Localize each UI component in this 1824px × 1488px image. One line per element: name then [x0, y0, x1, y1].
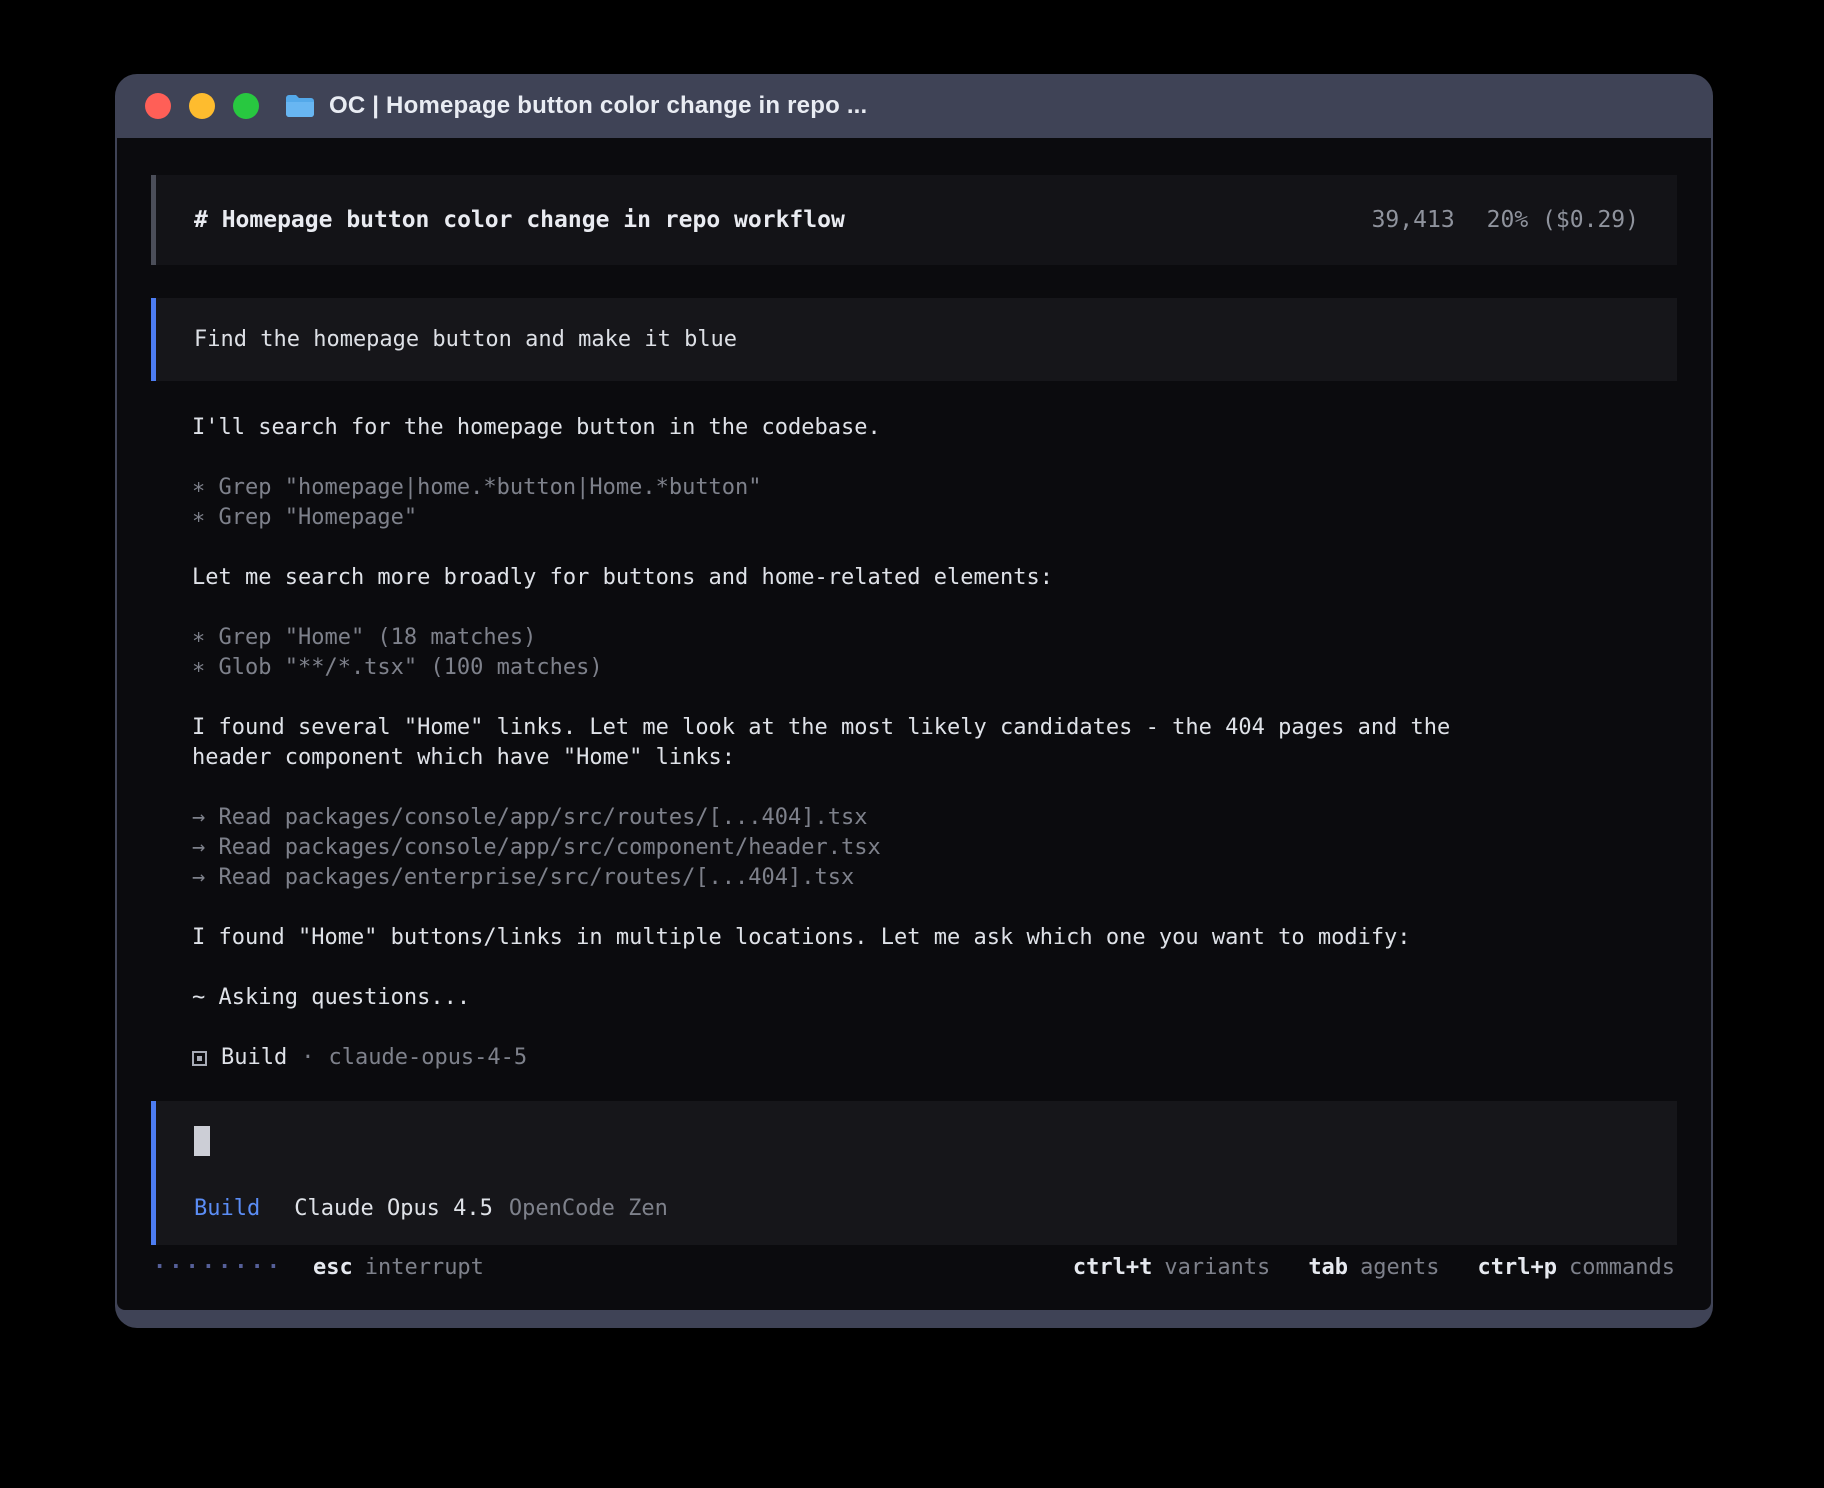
- window-title: OC | Homepage button color change in rep…: [329, 92, 867, 120]
- agent-name: Build: [221, 1043, 287, 1073]
- tool-call-glob: ∗ Glob "**/*.tsx" (100 matches): [192, 653, 1481, 683]
- traffic-lights: [145, 93, 259, 119]
- agent-separator: ·: [301, 1043, 314, 1073]
- status-bar-right: ctrl+t variants tab agents ctrl+p comman…: [1073, 1255, 1675, 1280]
- assistant-text-line: I'll search for the homepage button in t…: [192, 413, 1481, 443]
- minimize-button[interactable]: [189, 93, 215, 119]
- token-count: 39,413: [1372, 207, 1455, 233]
- input-provider: OpenCode Zen: [509, 1196, 668, 1221]
- status-bar-left: ········ esc interrupt: [153, 1255, 484, 1280]
- input-mode[interactable]: Build: [194, 1196, 260, 1221]
- terminal-content: # Homepage button color change in repo w…: [117, 138, 1711, 1310]
- terminal-window: OC | Homepage button color change in rep…: [115, 74, 1713, 1328]
- shortcut-label: agents: [1360, 1255, 1439, 1280]
- window-titlebar[interactable]: OC | Homepage button color change in rep…: [115, 74, 1713, 138]
- tool-call-grep: ∗ Grep "Homepage": [192, 503, 1481, 533]
- spinner-dots-icon: ········: [153, 1255, 283, 1280]
- tool-call-grep: ∗ Grep "homepage|home.*button|Home.*butt…: [192, 473, 1481, 503]
- asking-questions-status: ~ Asking questions...: [192, 983, 1481, 1013]
- assistant-text-line: I found "Home" buttons/links in multiple…: [192, 923, 1481, 953]
- tool-call-read: → Read packages/console/app/src/componen…: [192, 833, 1481, 863]
- shortcut-agents: tab agents: [1308, 1255, 1439, 1280]
- user-message: Find the homepage button and make it blu…: [151, 298, 1677, 381]
- folder-icon: [285, 94, 315, 118]
- shortcut-key: ctrl+t: [1073, 1255, 1152, 1280]
- context-usage: 20% ($0.29): [1487, 207, 1639, 233]
- input-model: Claude Opus 4.5: [294, 1196, 493, 1221]
- shortcut-key: tab: [1308, 1255, 1348, 1280]
- agent-model: claude-opus-4-5: [328, 1043, 527, 1073]
- assistant-transcript: I'll search for the homepage button in t…: [151, 413, 1481, 1073]
- tool-call-read: → Read packages/console/app/src/routes/[…: [192, 803, 1481, 833]
- shortcut-key: ctrl+p: [1478, 1255, 1557, 1280]
- shortcut-commands: ctrl+p commands: [1478, 1255, 1675, 1280]
- assistant-text-line: I found several "Home" links. Let me loo…: [192, 713, 1481, 773]
- text-cursor: [194, 1126, 210, 1156]
- session-stats: 39,413 20% ($0.29): [1372, 207, 1639, 233]
- close-button[interactable]: [145, 93, 171, 119]
- session-title: # Homepage button color change in repo w…: [194, 207, 845, 233]
- user-message-text: Find the homepage button and make it blu…: [194, 327, 737, 352]
- agent-status-row: Build · claude-opus-4-5: [192, 1043, 1481, 1073]
- tool-call-grep: ∗ Grep "Home" (18 matches): [192, 623, 1481, 653]
- zoom-button[interactable]: [233, 93, 259, 119]
- esc-key-hint: esc: [313, 1255, 353, 1280]
- esc-key-label: interrupt: [365, 1255, 484, 1280]
- tool-call-read: → Read packages/enterprise/src/routes/[.…: [192, 863, 1481, 893]
- assistant-text-line: Let me search more broadly for buttons a…: [192, 563, 1481, 593]
- agent-icon: [192, 1051, 207, 1066]
- input-status-row: Build Claude Opus 4.5 OpenCode Zen: [194, 1196, 1639, 1221]
- status-bar: ········ esc interrupt ctrl+t variants t…: [151, 1255, 1677, 1280]
- shortcut-variants: ctrl+t variants: [1073, 1255, 1270, 1280]
- shortcut-label: variants: [1164, 1255, 1270, 1280]
- shortcut-label: commands: [1569, 1255, 1675, 1280]
- prompt-input[interactable]: Build Claude Opus 4.5 OpenCode Zen: [151, 1101, 1677, 1245]
- session-header: # Homepage button color change in repo w…: [151, 175, 1677, 265]
